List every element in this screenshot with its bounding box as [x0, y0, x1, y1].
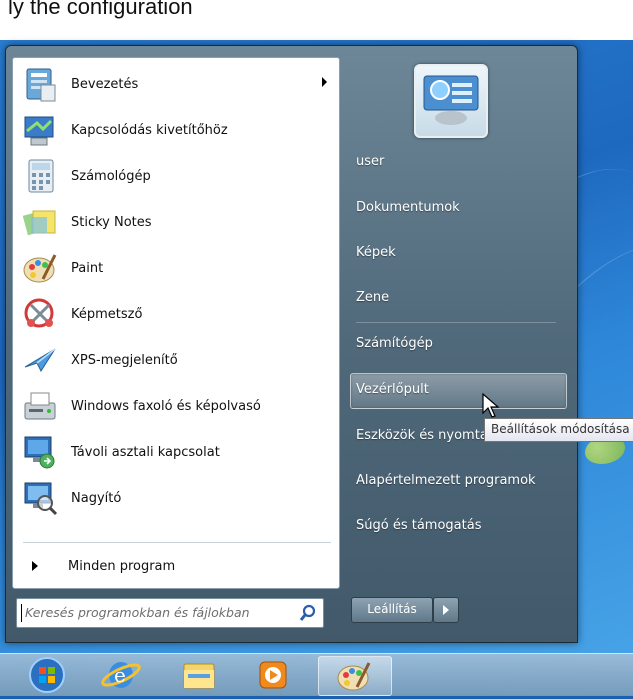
background-text: ly the configuration	[8, 0, 193, 19]
magnifier-icon	[21, 479, 59, 517]
xps-viewer-icon	[21, 341, 59, 379]
mouse-cursor-icon	[482, 393, 500, 418]
divider	[356, 322, 556, 323]
internet-explorer-icon[interactable]: e	[92, 656, 150, 694]
program-item-szamologep[interactable]: Számológép	[17, 154, 333, 198]
paint-palette-icon	[21, 249, 59, 287]
link-alapertelmezett[interactable]: Alapértelmezett programok	[356, 473, 536, 488]
expand-arrow-icon	[32, 561, 38, 571]
program-item-sticky-notes[interactable]: Sticky Notes	[17, 200, 333, 244]
submenu-arrow-icon	[322, 77, 327, 87]
background-document-strip: ly the configuration	[0, 0, 633, 40]
program-label: Paint	[71, 260, 104, 276]
search-icon[interactable]	[299, 604, 317, 622]
program-label: Kapcsolódás kivetítőhöz	[71, 122, 228, 138]
remote-desktop-icon	[21, 433, 59, 471]
calculator-icon	[21, 157, 59, 195]
program-item-remote-desktop[interactable]: Távoli asztali kapcsolat	[17, 430, 333, 474]
svg-text:e: e	[114, 663, 126, 687]
program-item-bevezetes[interactable]: Bevezetés	[17, 62, 333, 106]
link-sugo[interactable]: Súgó és támogatás	[356, 518, 481, 533]
link-vezerlopult[interactable]: Vezérlőpult	[356, 382, 429, 397]
paint-palette-icon	[337, 662, 371, 691]
all-programs-label: Minden program	[68, 558, 176, 574]
all-programs-button[interactable]: Minden program	[17, 551, 333, 581]
fax-scanner-icon	[21, 387, 59, 425]
program-label: Távoli asztali kapcsolat	[71, 444, 220, 460]
link-zene[interactable]: Zene	[356, 290, 389, 305]
link-user[interactable]: user	[356, 154, 384, 169]
search-input[interactable]: Keresés programokban és fájlokban	[16, 598, 324, 628]
sticky-notes-icon	[21, 203, 59, 241]
divider	[23, 542, 331, 543]
program-item-paint[interactable]: Paint	[17, 246, 333, 290]
program-label: Sticky Notes	[71, 214, 152, 230]
getting-started-icon	[21, 65, 59, 103]
snipping-tool-icon	[21, 295, 59, 333]
program-item-fax[interactable]: Windows faxoló és képolvasó	[17, 384, 333, 428]
text-caret	[21, 604, 22, 622]
programs-pane: Bevezetés Kapcsolódás kivetítőhöz Számol…	[12, 57, 340, 589]
link-szamitogep[interactable]: Számítógép	[356, 336, 433, 351]
projector-icon	[21, 111, 59, 149]
shutdown-button[interactable]: Leállítás	[351, 597, 433, 623]
program-item-kapcsolodas[interactable]: Kapcsolódás kivetítőhöz	[17, 108, 333, 152]
program-item-xps[interactable]: XPS-megjelenítő	[17, 338, 333, 382]
taskbar: e	[0, 653, 633, 696]
program-label: Számológép	[71, 168, 151, 184]
program-label: Windows faxoló és képolvasó	[71, 398, 261, 414]
shutdown-options-button[interactable]	[433, 597, 459, 623]
program-label: XPS-megjelenítő	[71, 352, 178, 368]
program-label: Képmetsző	[71, 306, 143, 322]
tooltip: Beállítások módosítása	[484, 418, 633, 442]
user-picture-avatar[interactable]	[414, 64, 488, 138]
program-label: Bevezetés	[71, 76, 139, 92]
link-dokumentumok[interactable]: Dokumentumok	[356, 200, 460, 215]
arrow-right-icon	[443, 605, 449, 615]
program-label: Nagyító	[71, 490, 122, 506]
file-explorer-icon[interactable]	[170, 656, 228, 694]
taskbar-paint-button[interactable]	[318, 656, 392, 696]
program-item-magnifier[interactable]: Nagyító	[17, 476, 333, 520]
link-kepek[interactable]: Képek	[356, 245, 396, 260]
start-orb-icon[interactable]	[22, 656, 72, 694]
media-player-icon[interactable]	[244, 656, 302, 694]
start-menu: Bevezetés Kapcsolódás kivetítőhöz Számol…	[5, 45, 578, 643]
search-placeholder: Keresés programokban és fájlokban	[25, 605, 250, 620]
program-item-kepmetszo[interactable]: Képmetsző	[17, 292, 333, 336]
